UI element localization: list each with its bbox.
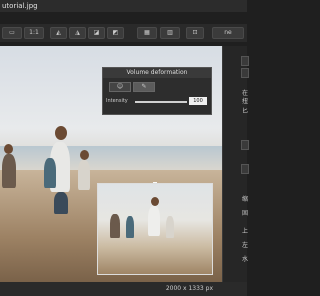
preview-person-right <box>166 216 174 238</box>
right-panel-label-5: 上 <box>242 228 249 235</box>
crop-button[interactable]: ◩ <box>107 27 124 39</box>
rotate-right-button[interactable]: ◮ <box>69 27 86 39</box>
crop-icon: ◩ <box>112 29 119 36</box>
status-bar: 2000 x 1333 px <box>0 282 247 296</box>
intensity-slider-fill <box>135 101 187 103</box>
right-panel-label-4: 固 <box>242 210 249 217</box>
photo-person-main-head <box>55 126 67 140</box>
right-panel-toggle-4[interactable] <box>241 164 249 174</box>
fit-screen-button[interactable]: ▭ <box>2 27 22 39</box>
volume-deformation-panel: Volume deformation ☺ ✎ Intensity 100 <box>102 67 212 115</box>
compare-button[interactable]: ▥ <box>160 27 180 39</box>
zoom-label: 1:1 <box>29 29 39 36</box>
brush-tool-icon: ✎ <box>141 83 147 90</box>
intensity-label: Intensity <box>106 98 128 104</box>
right-panel-toggle-3[interactable] <box>241 140 249 150</box>
photo-sea <box>0 146 222 170</box>
deform-tool-button[interactable]: ☺ <box>109 82 131 92</box>
preview-person-main <box>148 206 160 236</box>
right-panel: 在 扭 匕 缩 固 上 左 水 <box>222 46 249 282</box>
intensity-slider[interactable] <box>135 101 187 103</box>
preview-person-main-head <box>151 197 159 206</box>
intensity-value[interactable]: 100 <box>189 97 207 105</box>
right-panel-label-2: 匕 <box>242 108 249 115</box>
right-toolbar-label: ne <box>224 29 232 36</box>
right-panel-toggle-2[interactable] <box>241 68 249 78</box>
grid-button[interactable]: ▦ <box>137 27 157 39</box>
rotate-left-button[interactable]: ◭ <box>50 27 67 39</box>
face-tool-icon: ☺ <box>116 83 124 90</box>
right-toolbar-button[interactable]: ne <box>212 27 244 39</box>
toolbar: ▭ 1:1 ◭ ◮ ◪ ◩ ▦ ▥ ⊡ ne <box>0 24 247 42</box>
photo-person-main-legs <box>54 192 68 214</box>
right-panel-toggle-1[interactable] <box>241 56 249 66</box>
right-panel-label-7: 水 <box>242 256 249 263</box>
right-panel-label-3: 缩 <box>242 196 249 203</box>
result-preview <box>97 183 213 275</box>
flip-icon: ◪ <box>93 29 100 36</box>
brush-tool-button[interactable]: ✎ <box>133 82 155 92</box>
photo-person-right-head <box>80 150 89 160</box>
export-button[interactable]: ⊡ <box>186 27 204 39</box>
photo-person-left-head <box>4 144 13 154</box>
image-dimensions: 2000 x 1333 px <box>165 285 213 292</box>
panel-title: Volume deformation <box>103 68 211 78</box>
right-panel-label-6: 左 <box>242 242 249 249</box>
zoom-1-1-button[interactable]: 1:1 <box>24 27 44 39</box>
window-title: utorial.jpg <box>2 2 38 10</box>
preview-person-blue <box>126 216 134 238</box>
flip-button[interactable]: ◪ <box>88 27 105 39</box>
right-panel-label-1: 扭 <box>242 98 249 105</box>
export-icon: ⊡ <box>192 29 198 36</box>
photo-person-blue <box>44 158 56 188</box>
rotate-left-icon: ◭ <box>56 29 61 36</box>
photo-person-left <box>2 154 16 188</box>
title-bar: utorial.jpg <box>0 0 247 12</box>
preview-person-left <box>110 214 120 238</box>
compare-icon: ▥ <box>167 29 173 36</box>
photo-person-right <box>78 160 90 190</box>
grid-icon: ▦ <box>144 29 150 36</box>
fit-icon: ▭ <box>9 29 15 36</box>
rotate-right-icon: ◮ <box>75 29 80 36</box>
